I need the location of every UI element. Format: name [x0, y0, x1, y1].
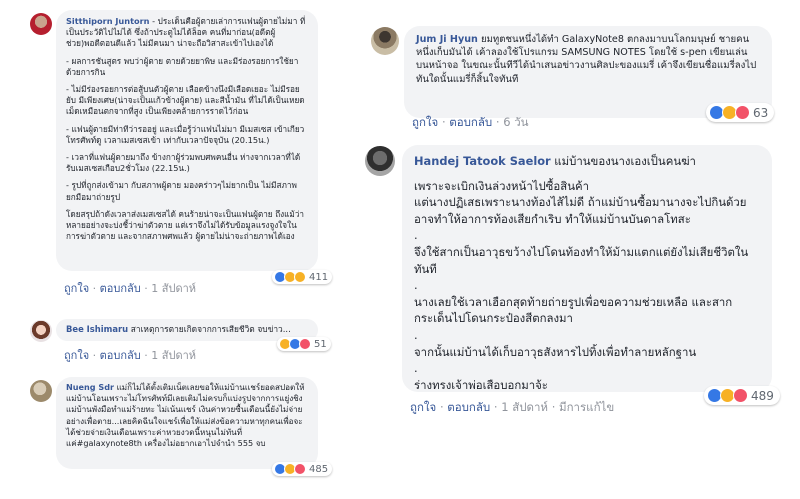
separator: ·	[92, 349, 100, 362]
comment-paragraph: - ผลการชันสูตร พบว่าผู้ตาย ตายด้วยยาพิษ …	[66, 55, 299, 77]
love-reaction-icon	[299, 338, 311, 350]
comment-actions: ถูกใจ · ตอบกลับ · 1 สัปดาห์	[64, 346, 196, 364]
comment-header: Handej Tatook Saelor แม่บ้านของนางเองเป็…	[414, 153, 760, 170]
commenter-name[interactable]: Sitthiporn Juntorn	[66, 16, 149, 26]
timestamp[interactable]: 1 สัปดาห์	[151, 282, 196, 295]
edited-link[interactable]: มีการแก้ไข	[559, 400, 614, 414]
reaction-count: 411	[309, 271, 329, 283]
sad-reaction-icon	[294, 271, 306, 283]
avatar[interactable]	[365, 146, 395, 176]
separator: ·	[92, 282, 100, 295]
comment-line: .	[414, 228, 418, 243]
comment-paragraph: - ไม่มีร่องรอยการต่อสู้บนตัวผู้ตาย เลือด…	[66, 84, 305, 117]
comment-paragraph: - เวลาที่แฟนผู้ตายมาถึง ข้างกาผู้ร่วมพบศ…	[66, 152, 301, 174]
reaction-count: 485	[309, 463, 329, 475]
commenter-name[interactable]: Jum Ji Hyun	[416, 34, 478, 45]
comment-line: จากนั้นแม่บ้านได้เก็บอาวุธสังหารไปทิ้งเพ…	[414, 344, 697, 359]
reaction-count: 51	[314, 338, 327, 350]
reaction-summary[interactable]: 51	[277, 337, 331, 351]
comment-line: .	[414, 361, 418, 376]
comment-paragraph: - รูปที่ถูกส่งเข้ามา กับสภาพผู้ตาย มองคร…	[66, 180, 297, 202]
avatar[interactable]	[30, 13, 52, 35]
love-reaction-icon	[735, 105, 750, 120]
like-link[interactable]: ถูกใจ	[64, 349, 89, 362]
comment-text: สาเหตุการตายเกิดจากการเสียชีวิต จบข่าว..…	[130, 324, 291, 334]
comment-bubble: Nueng Sdr แม่ก็ไม่ได้ตั้งเติมเน็ตเลยขอให…	[56, 377, 318, 469]
comment-actions: ถูกใจ · ตอบกลับ · 6 วัน	[412, 114, 529, 132]
reaction-summary[interactable]: 489	[704, 386, 780, 405]
comment-bubble: Handej Tatook Saelor แม่บ้านของนางเองเป็…	[402, 145, 772, 392]
timestamp[interactable]: 1 สัปดาห์	[501, 400, 548, 414]
reply-link[interactable]: ตอบกลับ	[449, 115, 492, 129]
comment-paragraph: - แฟนผู้ตายมีท่าทีว่ารออยู่ และเมื่อรู้ว…	[66, 123, 307, 145]
comment-bubble: Sitthiporn Juntorn - ประเด็นคือผู้ตายเล่…	[56, 10, 318, 271]
comment-actions: ถูกใจ · ตอบกลับ · 1 สัปดาห์ · มีการแก้ไข	[410, 399, 614, 417]
reply-link[interactable]: ตอบกลับ	[100, 282, 141, 295]
reaction-summary[interactable]: 63	[706, 103, 775, 122]
comment-line: จึงใช้สากเป็นอาวุธขว้างไปโดนท้องทำให้ม้า…	[414, 244, 749, 276]
reaction-summary[interactable]: 485	[272, 462, 333, 476]
like-link[interactable]: ถูกใจ	[64, 282, 89, 295]
reply-link[interactable]: ตอบกลับ	[100, 349, 141, 362]
comment-line: นางเลยใช้เวลาเฮือกสุดท้ายถ่ายรูปเพื่อขอค…	[414, 294, 733, 326]
reaction-count: 489	[751, 388, 774, 403]
comment-line: .	[414, 278, 418, 293]
avatar[interactable]	[371, 27, 399, 55]
commenter-name[interactable]: Handej Tatook Saelor	[414, 154, 551, 168]
reaction-summary[interactable]: 411	[272, 270, 333, 284]
commenter-name[interactable]: Bee Ishimaru	[66, 324, 128, 334]
comment-line: เพราะจะเบิกเงินล่วงหน้าไปซื้อสินค้า	[414, 178, 590, 193]
love-reaction-icon	[733, 388, 748, 403]
like-link[interactable]: ถูกใจ	[412, 115, 438, 129]
timestamp[interactable]: 6 วัน	[503, 115, 528, 129]
comment-text: แม่บ้านของนางเองเป็นคนฆ่า	[554, 154, 696, 168]
reaction-count: 63	[753, 105, 769, 120]
timestamp[interactable]: 1 สัปดาห์	[151, 349, 196, 362]
comment-line: .	[414, 327, 418, 342]
avatar[interactable]	[30, 320, 52, 342]
comment-paragraph: โดยสรุปถ้าดังเวลาส่งเมสเซสได้ คนร้ายน่าจ…	[66, 208, 305, 242]
separator: ·	[551, 400, 559, 414]
like-link[interactable]: ถูกใจ	[410, 400, 436, 414]
love-reaction-icon	[294, 463, 306, 475]
reply-link[interactable]: ตอบกลับ	[447, 400, 490, 414]
commenter-name[interactable]: Nueng Sdr	[66, 382, 114, 392]
comment-actions: ถูกใจ · ตอบกลับ · 1 สัปดาห์	[64, 279, 196, 297]
comment-line: แต่นางปฏิเสธเพราะนางท้องไส้ไม่ดี ถ้าแม่บ…	[414, 195, 747, 226]
avatar[interactable]	[30, 380, 52, 402]
